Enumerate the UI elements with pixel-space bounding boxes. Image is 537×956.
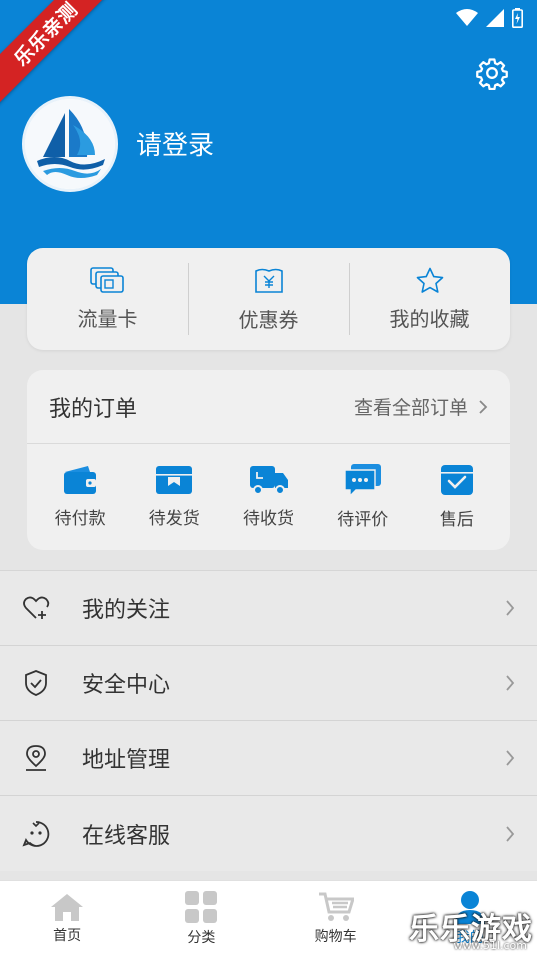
orders-card: 我的订单 查看全部订单 待付款 待发货 待收货 待评价 售后 — [27, 370, 510, 550]
heart-plus-icon — [23, 596, 50, 619]
menu-item-following[interactable]: 我的关注 — [0, 571, 537, 646]
chevron-right-icon — [506, 825, 515, 842]
order-pending-shipment[interactable]: 待发货 — [127, 464, 221, 529]
menu-label-security: 安全中心 — [82, 673, 171, 698]
settings-gear-icon[interactable] — [475, 56, 509, 90]
order-label-pending-review: 待评价 — [337, 509, 389, 530]
chevron-right-icon — [506, 675, 515, 691]
menu-label-following: 我的关注 — [82, 598, 171, 623]
menu-item-support[interactable]: 在线客服 — [0, 796, 537, 871]
login-link[interactable]: 请登录 — [136, 125, 214, 162]
orders-title: 我的订单 — [49, 396, 138, 422]
settings-menu: 我的关注 安全中心 地址管理 在线客服 — [0, 570, 537, 871]
menu-label-support: 在线客服 — [82, 823, 171, 849]
chevron-right-icon — [506, 750, 515, 766]
wallet-icon — [64, 465, 97, 494]
chevron-right-icon — [506, 600, 515, 616]
avatar[interactable] — [22, 96, 118, 192]
quick-item-coupon[interactable]: 优惠券 — [188, 248, 349, 350]
watermark-url: www.51l.com — [453, 939, 527, 952]
tab-label-home: 首页 — [53, 928, 82, 944]
status-icons — [456, 8, 523, 28]
location-pin-icon — [26, 745, 46, 771]
order-after-sale[interactable]: 售后 — [410, 463, 504, 530]
order-label-pending-shipment: 待发货 — [148, 508, 200, 529]
comment-icon — [344, 463, 381, 497]
tab-label-category: 分类 — [187, 930, 216, 946]
star-icon — [416, 267, 443, 293]
home-icon — [51, 894, 84, 921]
order-label-pending-payment: 待付款 — [54, 508, 106, 529]
quick-label-coupon: 优惠券 — [238, 307, 299, 332]
order-label-pending-receipt: 待收货 — [243, 508, 294, 529]
quick-label-data-card: 流量卡 — [77, 306, 138, 331]
truck-icon — [249, 465, 288, 495]
quick-access-card: 流量卡 优惠券 我的收藏 — [27, 248, 510, 350]
cart-icon — [318, 892, 354, 921]
view-all-orders-link[interactable]: 查看全部订单 — [354, 393, 488, 420]
signal-icon — [486, 9, 504, 27]
order-pending-payment[interactable]: 待付款 — [33, 464, 127, 529]
orders-header: 我的订单 查看全部订单 — [27, 370, 510, 444]
package-icon — [156, 465, 193, 494]
order-label-after-sale: 售后 — [439, 509, 474, 530]
quick-item-favorites[interactable]: 我的收藏 — [349, 248, 510, 350]
battery-icon — [512, 8, 523, 28]
chat-face-icon — [22, 820, 50, 847]
view-all-orders-label: 查看全部订单 — [353, 397, 468, 419]
chevron-right-icon — [479, 399, 488, 414]
grid-icon — [185, 891, 218, 923]
tab-category[interactable]: 分类 — [134, 881, 268, 956]
tab-cart[interactable]: 购物车 — [269, 881, 403, 956]
menu-label-address: 地址管理 — [82, 748, 171, 773]
tab-home[interactable]: 首页 — [0, 881, 134, 956]
menu-item-security[interactable]: 安全中心 — [0, 646, 537, 721]
after-sale-bag-icon — [440, 464, 473, 495]
quick-item-data-card[interactable]: 流量卡 — [27, 248, 188, 350]
sim-card-icon — [89, 266, 124, 293]
menu-item-address[interactable]: 地址管理 — [0, 721, 537, 796]
order-status-row: 待付款 待发货 待收货 待评价 售后 — [27, 444, 510, 548]
shield-check-icon — [25, 670, 47, 696]
quick-label-favorites: 我的收藏 — [389, 306, 470, 331]
coupon-icon — [254, 268, 283, 293]
wifi-icon — [456, 9, 478, 26]
order-pending-review[interactable]: 待评价 — [316, 463, 410, 530]
order-pending-receipt[interactable]: 待收货 — [221, 464, 315, 529]
sailboat-logo-icon — [25, 99, 115, 189]
tab-label-cart: 购物车 — [314, 929, 357, 945]
